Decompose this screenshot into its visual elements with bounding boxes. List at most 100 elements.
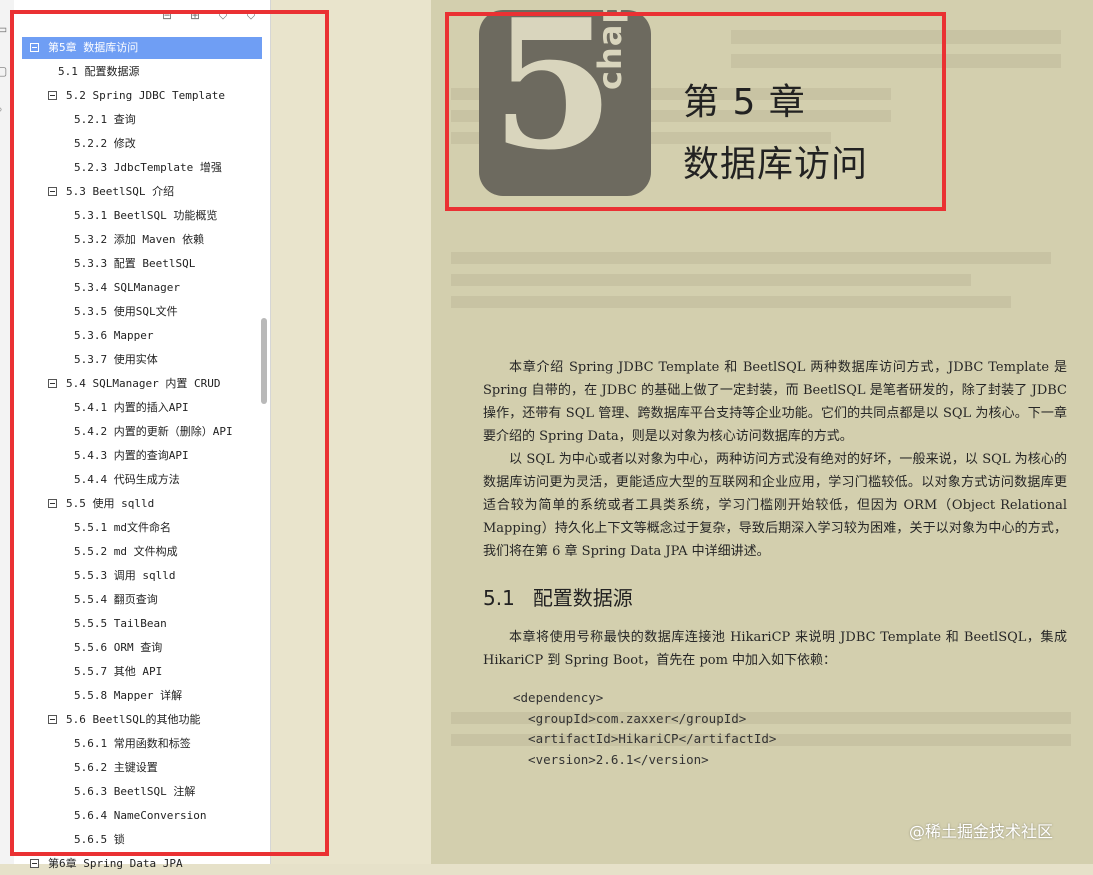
search-icon[interactable]: ⌕ <box>0 102 10 116</box>
collapse-toggle-icon[interactable] <box>48 715 57 724</box>
bookmark-item[interactable]: 5.2.3 JdbcTemplate 增强 <box>22 157 262 179</box>
bookmark-icon[interactable]: ⛉ <box>216 8 230 22</box>
bookmark-item[interactable]: 5.3 BeetlSQL 介绍 <box>22 181 262 203</box>
bookmark-item[interactable]: 第5章 数据库访问 <box>22 37 262 59</box>
bookmark-item[interactable]: 5.5.3 调用 sqlld <box>22 565 262 587</box>
bookmark-item[interactable]: 5.3.4 SQLManager <box>22 277 262 299</box>
bookmark-label: 5.4.3 内置的查询API <box>74 449 189 462</box>
bookmark-label: 5.3.7 使用实体 <box>74 353 158 366</box>
code-line: <dependency> <box>513 690 604 705</box>
bookmark-label: 5.5.4 翻页查询 <box>74 593 158 606</box>
code-line: <version>2.6.1</version> <box>513 751 709 767</box>
bookmark-item[interactable]: 5.6.3 BeetlSQL 注解 <box>22 781 262 803</box>
bookmark-item[interactable]: 5.6.1 常用函数和标签 <box>22 733 262 755</box>
bookmark-label: 5.5.6 ORM 查询 <box>74 641 163 654</box>
attachment-icon[interactable]: ▢ <box>0 64 10 78</box>
bookmark-label: 5.6 BeetlSQL的其他功能 <box>66 713 201 726</box>
bookmark-item[interactable]: 5.3.1 BeetlSQL 功能概览 <box>22 205 262 227</box>
collapse-toggle-icon[interactable] <box>30 43 39 52</box>
bookmark-label: 5.2.2 修改 <box>74 137 136 150</box>
bookmark-item[interactable]: 第6章 Spring Data JPA <box>22 853 262 875</box>
bookmark-item[interactable]: 5.3.3 配置 BeetlSQL <box>22 253 262 275</box>
bookmark-label: 5.5.2 md 文件构成 <box>74 545 178 558</box>
bookmark-item[interactable]: 5.6.5 锁 <box>22 829 262 851</box>
page-thumbnail-icon[interactable]: ▭ <box>0 22 10 36</box>
bookmark-label: 5.5.1 md文件命名 <box>74 521 171 534</box>
bookmark-label: 5.4.2 内置的更新（删除）API <box>74 425 233 438</box>
bookmark-label: 5.4.4 代码生成方法 <box>74 473 180 486</box>
bookmark-item[interactable]: 5.4 SQLManager 内置 CRUD <box>22 373 262 395</box>
bookmark-label: 5.3 BeetlSQL 介绍 <box>66 185 175 198</box>
bookmark-label: 5.2.3 JdbcTemplate 增强 <box>74 161 222 174</box>
bookmark-item[interactable]: 5.1 配置数据源 <box>22 61 262 83</box>
bookmark-label: 5.3.1 BeetlSQL 功能概览 <box>74 209 218 222</box>
bookmark-item[interactable]: 5.5.8 Mapper 详解 <box>22 685 262 707</box>
bookmark-label: 5.5.8 Mapper 详解 <box>74 689 183 702</box>
collapse-all-icon[interactable]: ⊞ <box>188 8 202 22</box>
bookmark-item[interactable]: 5.4.1 内置的插入API <box>22 397 262 419</box>
document-page: 5 chapter 第 5 章 数据库访问 本章介绍 Spring JDBC T… <box>431 0 1093 864</box>
collapse-toggle-icon[interactable] <box>48 379 57 388</box>
bookmarks-toolbar: ⊟ ⊞ ⛉ ⛉ <box>14 0 270 34</box>
bookmark-label: 5.6.5 锁 <box>74 833 125 846</box>
bookmark-label: 5.5.5 TailBean <box>74 617 167 630</box>
bookmark-label: 5.3.2 添加 Maven 依赖 <box>74 233 205 246</box>
code-block: <dependency> <groupId>com.zaxxer</groupI… <box>513 688 776 770</box>
bookmark-label: 5.6.2 主键设置 <box>74 761 158 774</box>
intro-paragraph-2: 以 SQL 为中心或者以对象为中心，两种访问方式没有绝对的好坏，一般来说，以 S… <box>483 452 1067 559</box>
bookmark-label: 5.3.5 使用SQL文件 <box>74 305 178 318</box>
panel-scrollbar[interactable] <box>261 318 267 404</box>
bookmark-item[interactable]: 5.5.6 ORM 查询 <box>22 637 262 659</box>
bookmark-item[interactable]: 5.6.4 NameConversion <box>22 805 262 827</box>
bookmark-item[interactable]: 5.5.5 TailBean <box>22 613 262 635</box>
viewer-toolstrip: ▭ ▢ ⌕ <box>0 0 14 864</box>
bookmark-label: 5.3.3 配置 BeetlSQL <box>74 257 196 270</box>
bookmark-item[interactable]: 5.4.3 内置的查询API <box>22 445 262 467</box>
bookmark-item[interactable]: 5.3.2 添加 Maven 依赖 <box>22 229 262 251</box>
expand-all-icon[interactable]: ⊟ <box>160 8 174 22</box>
bookmark-item[interactable]: 5.2 Spring JDBC Template <box>22 85 262 107</box>
bookmark-item[interactable]: 5.5.7 其他 API <box>22 661 262 683</box>
watermark: @稀土掘金技术社区 <box>909 822 1054 841</box>
collapse-toggle-icon[interactable] <box>48 499 57 508</box>
bookmark-label: 5.5 使用 sqlld <box>66 497 155 510</box>
code-line: <groupId>com.zaxxer</groupId> <box>513 710 747 726</box>
section-title: 配置数据源 <box>532 586 633 610</box>
intro-paragraph-1: 本章介绍 Spring JDBC Template 和 BeetlSQL 两种数… <box>483 360 1067 444</box>
chapter-title-line2: 数据库访问 <box>683 144 869 185</box>
bookmark-label: 5.6.3 BeetlSQL 注解 <box>74 785 196 798</box>
bookmark-item[interactable]: 5.3.7 使用实体 <box>22 349 262 371</box>
bookmark-label: 5.6.4 NameConversion <box>74 809 207 822</box>
code-line: <artifactId>HikariCP</artifactId> <box>513 731 777 746</box>
bookmark-item[interactable]: 5.3.5 使用SQL文件 <box>22 301 262 323</box>
bookmark-item[interactable]: 5.6 BeetlSQL的其他功能 <box>22 709 262 731</box>
section-number: 5.1 <box>483 586 515 610</box>
bookmark-label: 5.4 SQLManager 内置 CRUD <box>66 377 221 390</box>
bookmark-item[interactable]: 5.4.2 内置的更新（删除）API <box>22 421 262 443</box>
bookmark-label: 5.5.3 调用 sqlld <box>74 569 176 582</box>
chapter-title: 第 5 章 数据库访问 <box>683 72 868 196</box>
bookmark-outline-icon[interactable]: ⛉ <box>244 8 258 22</box>
bookmark-label: 5.1 配置数据源 <box>58 65 140 78</box>
section-paragraph: 本章将使用号称最快的数据库连接池 HikariCP 来说明 JDBC Templ… <box>483 630 1067 668</box>
bookmarks-panel: ⊟ ⊞ ⛉ ⛉ 第5章 数据库访问 5.1 配置数据源 5.2 Spring JDB… <box>14 0 271 870</box>
bookmark-item[interactable]: 5.2.2 修改 <box>22 133 262 155</box>
bookmark-item[interactable]: 5.5 使用 sqlld <box>22 493 262 515</box>
bookmark-label: 5.3.4 SQLManager <box>74 281 180 294</box>
chapter-word: chapter <box>591 10 629 90</box>
bookmark-label: 第5章 数据库访问 <box>48 41 139 54</box>
collapse-toggle-icon[interactable] <box>48 91 57 100</box>
collapse-toggle-icon[interactable] <box>48 187 57 196</box>
viewer-background <box>271 0 431 864</box>
section-heading: 5.1 配置数据源 <box>483 582 633 611</box>
bookmark-item[interactable]: 5.5.4 翻页查询 <box>22 589 262 611</box>
bookmark-item[interactable]: 5.2.1 查询 <box>22 109 262 131</box>
chapter-badge: 5 chapter <box>479 10 651 196</box>
bookmark-item[interactable]: 5.6.2 主键设置 <box>22 757 262 779</box>
bookmark-label: 5.5.7 其他 API <box>74 665 163 678</box>
bookmark-item[interactable]: 5.4.4 代码生成方法 <box>22 469 262 491</box>
bookmark-label: 5.2 Spring JDBC Template <box>66 89 225 102</box>
bookmark-item[interactable]: 5.5.2 md 文件构成 <box>22 541 262 563</box>
bookmark-item[interactable]: 5.3.6 Mapper <box>22 325 262 347</box>
bookmark-item[interactable]: 5.5.1 md文件命名 <box>22 517 262 539</box>
